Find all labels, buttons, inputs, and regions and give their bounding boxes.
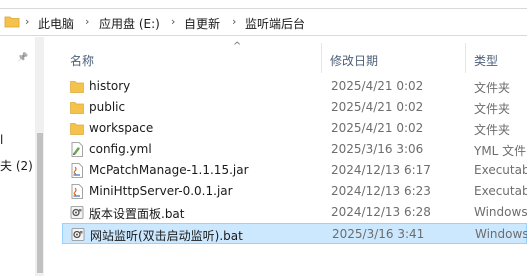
file-type: YML 文件: [474, 144, 527, 158]
breadcrumb-separator[interactable]: ›: [85, 15, 89, 28]
column-header-type[interactable]: 类型: [474, 52, 498, 69]
file-modified-date: 2025/4/21 0:02: [331, 121, 424, 135]
folder-icon: [70, 121, 84, 136]
nav-item-fragment[interactable]: l: [0, 133, 3, 147]
bat-file-icon: [71, 227, 85, 242]
breadcrumb-separator[interactable]: ›: [171, 15, 175, 28]
file-name[interactable]: MiniHttpServer-0.0.1.jar: [89, 184, 233, 198]
file-row[interactable]: McPatchManage-1.1.15.jar 2024/12/13 6:17 E…: [62, 160, 527, 181]
pin-icon[interactable]: 📌: [17, 53, 28, 63]
file-modified-date: 2024/12/13 6:28: [331, 205, 431, 219]
folder-icon: [70, 79, 84, 94]
breadcrumb-item-this-pc[interactable]: 此电脑: [38, 15, 74, 32]
file-row[interactable]: config.yml 2025/3/16 3:06 YML 文件: [62, 139, 527, 160]
file-row[interactable]: workspace 2025/4/21 0:02 文件夹: [62, 118, 527, 139]
column-header-date[interactable]: 修改日期: [330, 52, 378, 69]
folder-icon: [70, 100, 84, 115]
file-modified-date: 2024/12/13 6:23: [331, 184, 431, 198]
file-type: Executab: [474, 163, 527, 177]
file-modified-date: 2025/4/21 0:02: [331, 100, 424, 114]
column-divider[interactable]: [465, 43, 466, 73]
file-type: 文件夹: [474, 102, 511, 116]
breadcrumb-separator[interactable]: ›: [25, 15, 29, 28]
breadcrumb-separator[interactable]: ›: [232, 15, 236, 28]
nav-item-fragment[interactable]: 夫 (2): [0, 157, 33, 174]
navigation-pane: 📌 l 夫 (2): [0, 37, 36, 276]
column-header-name[interactable]: 名称: [70, 52, 94, 69]
nav-scrollbar-thumb[interactable]: [37, 133, 43, 273]
breadcrumb-item-drive[interactable]: 应用盘 (E:): [99, 15, 160, 32]
column-divider[interactable]: [321, 43, 322, 73]
nav-scrollbar[interactable]: [36, 37, 44, 276]
file-type: Windows: [475, 227, 527, 241]
file-name[interactable]: public: [89, 100, 125, 114]
bat-file-icon: [70, 205, 84, 220]
file-name[interactable]: history: [89, 79, 130, 93]
file-type: Windows: [474, 205, 527, 219]
file-type: 文件夹: [474, 123, 511, 137]
file-modified-date: 2025/4/21 0:02: [331, 79, 424, 93]
file-name[interactable]: McPatchManage-1.1.15.jar: [89, 163, 249, 177]
address-bar[interactable]: › 此电脑 › 应用盘 (E:) › 自更新 › 监听端后台: [0, 8, 527, 36]
file-modified-date: 2024/12/13 6:17: [331, 163, 431, 177]
file-row[interactable]: 版本设置面板.bat 2024/12/13 6:28 Windows: [62, 202, 527, 223]
file-type: 文件夹: [474, 81, 511, 95]
file-row[interactable]: history 2025/4/21 0:02 文件夹: [62, 76, 527, 97]
file-name[interactable]: 版本设置面板.bat: [89, 205, 185, 222]
jar-file-icon: [70, 163, 84, 178]
file-modified-date: 2025/3/16 3:06: [331, 142, 424, 156]
yml-file-icon: [70, 142, 84, 157]
breadcrumb-item-folder[interactable]: 自更新: [184, 15, 220, 32]
file-row[interactable]: 网站监听(双击启动监听).bat 2025/3/16 3:41 Windows: [62, 223, 527, 244]
folder-icon: [4, 16, 20, 28]
file-row[interactable]: MiniHttpServer-0.0.1.jar 2024/12/13 6:23 E…: [62, 181, 527, 202]
file-modified-date: 2025/3/16 3:41: [332, 227, 425, 241]
file-row[interactable]: public 2025/4/21 0:02 文件夹: [62, 97, 527, 118]
file-type: Executab: [474, 184, 527, 198]
file-name[interactable]: workspace: [89, 121, 153, 135]
file-name[interactable]: 网站监听(双击启动监听).bat: [90, 227, 243, 244]
breadcrumb-item-current[interactable]: 监听端后台: [245, 15, 305, 32]
file-name[interactable]: config.yml: [89, 142, 152, 156]
column-header: ^ 名称 修改日期 类型: [44, 37, 527, 75]
jar-file-icon: [70, 184, 84, 199]
sort-up-icon: ^: [233, 41, 242, 52]
